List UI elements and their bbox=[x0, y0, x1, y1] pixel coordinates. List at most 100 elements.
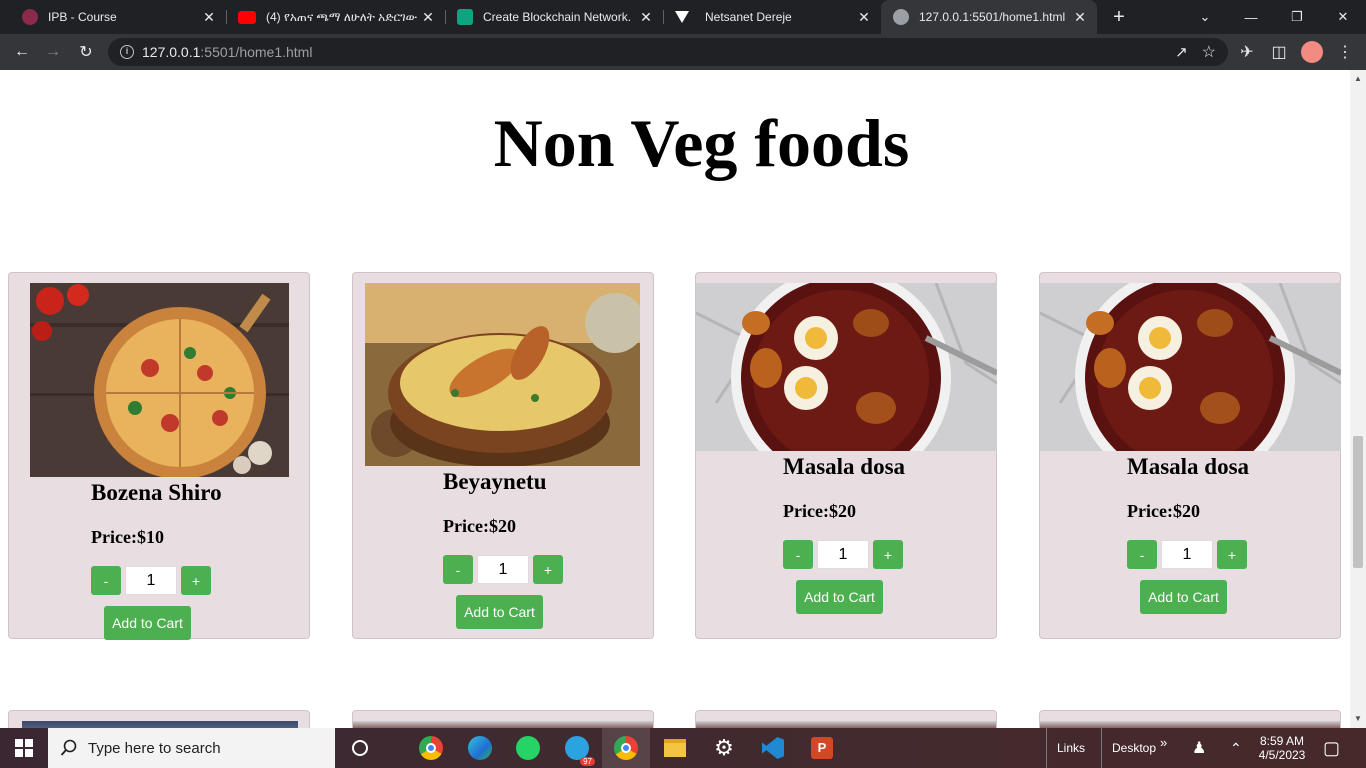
settings-gear-icon[interactable]: ⚙ bbox=[700, 728, 748, 768]
powerpoint-icon[interactable]: P bbox=[798, 728, 846, 768]
start-button[interactable] bbox=[0, 728, 48, 768]
decrease-qty-button[interactable]: - bbox=[1127, 540, 1157, 569]
toolbar-overflow-chevron[interactable]: » bbox=[1160, 722, 1167, 762]
food-image bbox=[1040, 721, 1340, 728]
food-image bbox=[22, 721, 298, 728]
product-name: Masala dosa bbox=[1127, 454, 1250, 479]
restore-icon[interactable]: ❐ bbox=[1274, 0, 1320, 34]
youtube-icon bbox=[238, 10, 256, 24]
add-to-cart-button[interactable]: Add to Cart bbox=[104, 606, 191, 640]
address-bar[interactable]: i 127.0.0.1:5501/home1.html ↗ ☆ bbox=[108, 38, 1228, 66]
url-text: 127.0.0.1:5501/home1.html bbox=[142, 44, 1175, 60]
show-hidden-icons-chevron-icon[interactable]: ⌃ bbox=[1230, 728, 1242, 768]
product-name: Bozena Shiro bbox=[91, 480, 222, 505]
url-path: :5501/home1.html bbox=[200, 44, 313, 60]
tab-title: Netsanet Dereje bbox=[705, 10, 792, 24]
tab-title: (4) የአጠና ጫማ ለሁለት አድርገው bbox=[266, 9, 417, 24]
food-image bbox=[353, 721, 653, 728]
browser-tab-vercel[interactable]: Netsanet Dereje ✕ bbox=[663, 0, 881, 34]
product-card: Bozena Shiro Price:$10 - 1 + Add to Cart bbox=[8, 272, 310, 640]
clock[interactable]: 8:59 AM 4/5/2023 bbox=[1258, 728, 1306, 768]
product-card: Masala dosa Price:$20 - 1 + Add to Cart bbox=[695, 272, 997, 639]
decrease-qty-button[interactable]: - bbox=[443, 555, 473, 584]
chrome-icon[interactable] bbox=[407, 728, 455, 768]
tab-title: IPB - Course bbox=[48, 10, 117, 24]
product-card bbox=[352, 710, 654, 728]
menu-kebab-icon[interactable]: ⋮ bbox=[1330, 34, 1360, 70]
search-icon bbox=[60, 739, 77, 756]
add-to-cart-button[interactable]: Add to Cart bbox=[796, 580, 883, 614]
whatsapp-icon[interactable] bbox=[504, 728, 552, 768]
doro-wat-image bbox=[696, 283, 997, 451]
close-icon[interactable]: ✕ bbox=[1069, 9, 1091, 26]
windows-logo-icon bbox=[15, 739, 33, 757]
ipb-logo-icon bbox=[22, 9, 38, 25]
decrease-qty-button[interactable]: - bbox=[91, 566, 121, 595]
increase-qty-button[interactable]: + bbox=[533, 555, 563, 584]
page-scrollbar[interactable]: ▲ ▼ bbox=[1350, 70, 1366, 728]
increase-qty-button[interactable]: + bbox=[873, 540, 903, 569]
scroll-down-arrow-icon[interactable]: ▼ bbox=[1350, 712, 1366, 726]
back-icon[interactable]: ← bbox=[7, 34, 37, 70]
share-icon[interactable]: ↗ bbox=[1175, 43, 1188, 61]
desktop-toolbar[interactable]: Desktop bbox=[1101, 728, 1156, 768]
url-host: 127.0.0.1 bbox=[142, 44, 201, 60]
file-explorer-icon[interactable] bbox=[651, 728, 699, 768]
browser-tab-youtube[interactable]: (4) የአጠና ጫማ ለሁለት አድርገው ✕ bbox=[226, 0, 445, 34]
product-price: Price:$20 bbox=[783, 501, 856, 521]
biryani-image bbox=[365, 283, 640, 466]
quantity-input[interactable]: 1 bbox=[817, 540, 869, 569]
add-to-cart-button[interactable]: Add to Cart bbox=[1140, 580, 1227, 614]
vercel-icon bbox=[675, 11, 689, 23]
browser-toolbar: ← → ↻ i 127.0.0.1:5501/home1.html ↗ ☆ ✈ … bbox=[0, 34, 1366, 70]
close-icon[interactable]: ✕ bbox=[853, 9, 875, 26]
product-price: Price:$20 bbox=[443, 516, 516, 536]
task-view-icon[interactable] bbox=[336, 728, 384, 768]
new-tab-button[interactable]: + bbox=[1096, 0, 1142, 34]
quantity-input[interactable]: 1 bbox=[477, 555, 529, 584]
browser-tab-ipb[interactable]: IPB - Course ✕ bbox=[0, 0, 226, 34]
extensions-puzzle-icon[interactable]: ✈ bbox=[1232, 34, 1262, 70]
product-card: Beyaynetu Price:$20 - 1 + Add to Cart bbox=[352, 272, 654, 639]
quantity-input[interactable]: 1 bbox=[1161, 540, 1213, 569]
search-placeholder: Type here to search bbox=[88, 739, 221, 757]
people-icon[interactable]: ♟ bbox=[1192, 728, 1206, 768]
notification-center-icon[interactable]: ▢ bbox=[1323, 728, 1340, 768]
profile-avatar[interactable] bbox=[1301, 41, 1323, 63]
increase-qty-button[interactable]: + bbox=[1217, 540, 1247, 569]
browser-tab-strip: IPB - Course ✕ (4) የአጠና ጫማ ለሁለት አድርገው ✕ … bbox=[0, 0, 1366, 34]
edge-icon[interactable] bbox=[456, 728, 504, 768]
reload-icon[interactable]: ↻ bbox=[71, 34, 101, 70]
chatgpt-icon bbox=[457, 9, 473, 25]
telegram-icon[interactable]: 97 bbox=[553, 728, 601, 768]
taskbar-search-box[interactable]: Type here to search bbox=[48, 728, 335, 768]
product-price: Price:$10 bbox=[91, 527, 164, 547]
browser-tab-active[interactable]: 127.0.0.1:5501/home1.html ✕ bbox=[881, 0, 1097, 34]
scroll-up-arrow-icon[interactable]: ▲ bbox=[1350, 72, 1366, 86]
bookmark-star-icon[interactable]: ☆ bbox=[1202, 42, 1216, 62]
browser-tab-chatgpt[interactable]: Create Blockchain Network. ✕ bbox=[445, 0, 663, 34]
close-icon[interactable]: ✕ bbox=[635, 9, 657, 26]
site-info-icon[interactable]: i bbox=[120, 45, 134, 59]
forward-icon[interactable]: → bbox=[38, 34, 68, 70]
web-page: Non Veg foods Bozena Shiro Price:$10 - 1… bbox=[0, 70, 1350, 728]
window-close-icon[interactable]: ✕ bbox=[1320, 0, 1366, 34]
side-panel-icon[interactable]: ◫ bbox=[1264, 34, 1294, 70]
add-to-cart-button[interactable]: Add to Cart bbox=[456, 595, 543, 629]
minimize-icon[interactable]: — bbox=[1228, 0, 1274, 34]
scrollbar-thumb[interactable] bbox=[1353, 436, 1363, 568]
quantity-input[interactable]: 1 bbox=[125, 566, 177, 595]
chrome-active-icon[interactable] bbox=[602, 728, 650, 768]
product-name: Beyaynetu bbox=[443, 469, 547, 494]
tab-search-chevron-icon[interactable]: ⌄ bbox=[1182, 0, 1228, 34]
close-icon[interactable]: ✕ bbox=[198, 9, 220, 26]
tab-title: 127.0.0.1:5501/home1.html bbox=[919, 10, 1066, 24]
links-toolbar[interactable]: Links bbox=[1046, 728, 1085, 768]
product-name: Masala dosa bbox=[783, 454, 906, 479]
close-icon[interactable]: ✕ bbox=[417, 9, 439, 26]
doro-wat-image bbox=[1040, 283, 1341, 451]
decrease-qty-button[interactable]: - bbox=[783, 540, 813, 569]
clock-time: 8:59 AM bbox=[1259, 734, 1305, 748]
increase-qty-button[interactable]: + bbox=[181, 566, 211, 595]
vscode-icon[interactable] bbox=[749, 728, 797, 768]
